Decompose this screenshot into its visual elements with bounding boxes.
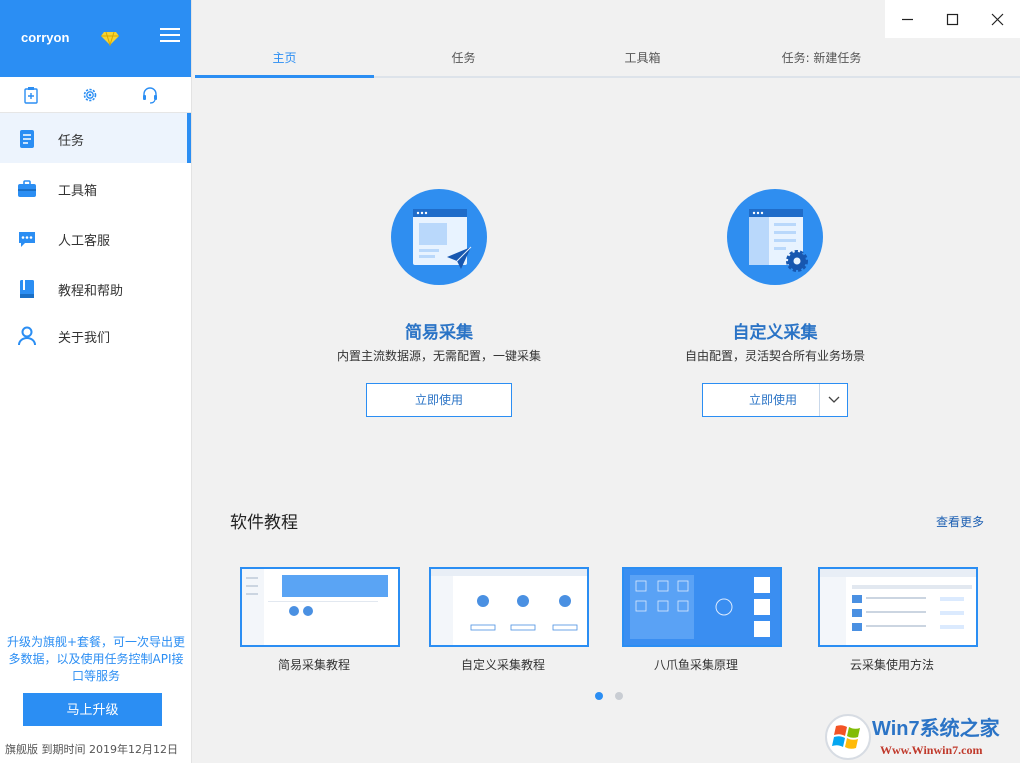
tutorial-thumbnail-principle[interactable] — [622, 567, 782, 647]
sidebar-item-label: 人工客服 — [58, 234, 111, 249]
tutorial-preview-image — [624, 569, 780, 645]
chevron-down-icon — [828, 396, 840, 403]
sidebar: corryon 任务 工具箱 人工客服 教程和帮助 关于我们 升级为旗舰+套餐，… — [0, 0, 192, 763]
minimize-button[interactable] — [885, 0, 930, 38]
tutorial-label: 云采集使用方法 — [849, 658, 934, 672]
minimize-icon — [902, 18, 913, 21]
use-now-button-label[interactable]: 立即使用 — [749, 393, 797, 407]
main-tabs: 主页 任务 工具箱 任务: 新建任务 — [195, 38, 1020, 78]
maximize-button[interactable] — [930, 0, 975, 38]
feature-simple-collect: 简易采集 内置主流数据源，无需配置，一键采集 立即使用 — [319, 189, 559, 417]
sidebar-item-toolbox[interactable]: 工具箱 — [0, 163, 191, 213]
tutorial-preview-image — [820, 569, 976, 645]
sidebar-item-label: 关于我们 — [58, 331, 111, 346]
chat-bubble-icon — [19, 232, 35, 247]
browser-gear-icon — [749, 209, 808, 272]
browser-send-icon — [413, 209, 472, 269]
gear-icon[interactable] — [81, 86, 99, 104]
maximize-icon — [946, 13, 959, 26]
toolbox-icon — [18, 180, 36, 197]
book-icon — [20, 280, 34, 298]
tutorial-preview-image — [431, 569, 587, 645]
close-button[interactable] — [975, 0, 1020, 38]
use-now-button[interactable]: 立即使用 — [366, 383, 512, 417]
license-expiry-text: 旗舰版 到期时间 2019年12月12日 — [5, 743, 178, 756]
tab-home[interactable]: 主页 — [195, 38, 374, 78]
upgrade-promo-text: 升级为旗舰+套餐，可一次导出更多数据，以及使用任务控制API接口等服务 — [6, 635, 186, 683]
tab-new-task[interactable]: 任务: 新建任务 — [732, 38, 911, 78]
headset-icon[interactable] — [141, 86, 159, 104]
close-icon — [991, 13, 1004, 26]
tutorial-thumbnail-custom[interactable] — [429, 567, 589, 647]
tutorial-preview-image — [242, 569, 398, 645]
tutorial-thumbnail-cloud[interactable] — [818, 567, 978, 647]
sidebar-item-tasks[interactable]: 任务 — [0, 113, 191, 163]
tab-toolbox[interactable]: 工具箱 — [553, 38, 732, 78]
windows-logo-icon: Win7系统之家 Www.Winwin7.com — [825, 714, 1001, 760]
tutorial-label: 八爪鱼采集原理 — [653, 658, 738, 672]
quick-actions-bar — [0, 77, 191, 113]
sidebar-item-about[interactable]: 关于我们 — [0, 310, 191, 360]
tutorial-label: 自定义采集教程 — [460, 658, 545, 672]
tab-tasks[interactable]: 任务 — [374, 38, 553, 78]
feature-title: 自定义采集 — [732, 323, 818, 343]
feature-subtitle: 内置主流数据源，无需配置，一键采集 — [336, 349, 541, 363]
account-header: corryon — [0, 0, 191, 77]
simple-collect-icon — [391, 189, 487, 285]
feature-title: 简易采集 — [405, 323, 473, 343]
carousel-dot-1[interactable] — [595, 692, 603, 700]
sidebar-item-label: 教程和帮助 — [58, 284, 124, 299]
carousel-dot-2[interactable] — [615, 692, 623, 700]
watermark: Win7系统之家 Www.Winwin7.com — [822, 710, 1018, 762]
user-icon — [18, 326, 36, 346]
tutorial-label: 简易采集教程 — [277, 658, 350, 672]
upgrade-button[interactable]: 马上升级 — [23, 693, 162, 726]
tutorials-heading: 软件教程 — [230, 513, 298, 533]
sidebar-item-label: 工具箱 — [58, 184, 98, 199]
dropdown-toggle[interactable] — [819, 384, 847, 416]
tutorial-thumbnail-simple[interactable] — [240, 567, 400, 647]
feature-custom-collect: 自定义采集 自由配置，灵活契合所有业务场景 立即使用 — [655, 189, 895, 417]
feature-subtitle: 自由配置，灵活契合所有业务场景 — [684, 349, 865, 363]
watermark-url: Www.Winwin7.com — [880, 743, 982, 757]
task-document-icon — [20, 130, 34, 148]
use-now-split-button[interactable]: 立即使用 — [702, 383, 848, 417]
sidebar-item-help[interactable]: 教程和帮助 — [0, 263, 191, 313]
clipboard-add-icon[interactable] — [22, 86, 40, 104]
sidebar-item-label: 任务 — [58, 134, 85, 149]
custom-collect-icon — [727, 189, 823, 285]
view-more-link[interactable]: 查看更多 — [936, 513, 984, 530]
vip-diamond-icon — [101, 31, 119, 46]
username[interactable]: corryon — [21, 30, 69, 45]
hamburger-menu-icon[interactable] — [160, 28, 180, 44]
watermark-brand: Win7系统之家 — [872, 716, 1001, 740]
sidebar-item-support[interactable]: 人工客服 — [0, 213, 191, 263]
